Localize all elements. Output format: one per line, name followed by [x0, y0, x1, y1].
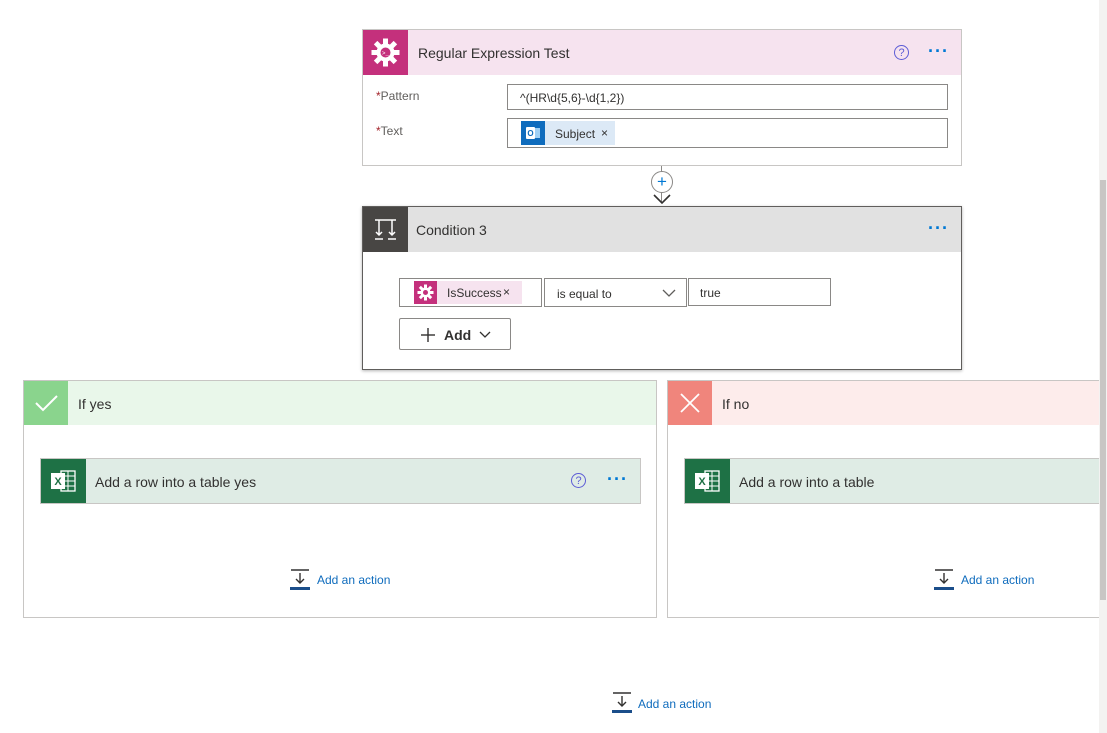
checkmark-icon — [24, 381, 68, 425]
insert-step-button[interactable]: + — [651, 171, 673, 193]
pattern-label: *Pattern — [376, 89, 420, 103]
svg-text:X: X — [54, 476, 62, 488]
condition-right-operand[interactable]: true — [688, 278, 831, 306]
text-label: *Text — [376, 124, 403, 138]
condition-title: Condition 3 — [416, 222, 487, 238]
svg-text:O: O — [527, 129, 533, 138]
gear-icon — [414, 281, 437, 304]
help-icon[interactable]: ? — [894, 45, 909, 60]
condition-left-operand[interactable]: IsSuccess × — [399, 278, 542, 307]
issuccess-token[interactable]: IsSuccess × — [414, 281, 522, 304]
excel-icon: X — [685, 459, 730, 503]
plus-icon — [421, 328, 435, 342]
if-no-header[interactable]: If no — [668, 381, 1107, 425]
add-action-button[interactable]: Add an action — [290, 569, 400, 593]
add-action-icon — [612, 692, 632, 713]
right-value: true — [700, 286, 721, 300]
add-condition-button[interactable]: Add — [399, 318, 511, 350]
if-no-title: If no — [722, 396, 750, 412]
more-options-icon[interactable]: ··· — [607, 470, 628, 488]
add-action-icon — [290, 569, 310, 590]
regex-card-title: Regular Expression Test — [418, 45, 570, 61]
add-action-label: Add an action — [961, 573, 1035, 587]
excel-action-yes[interactable]: X Add a row into a table yes ? ··· — [40, 458, 641, 504]
excel-icon: X — [41, 459, 86, 503]
plus-icon: + — [657, 172, 667, 191]
condition-header[interactable]: Condition 3 ··· — [363, 207, 961, 252]
pattern-value: ^(HR\d{5,6}-\d{1,2}) — [520, 91, 625, 105]
action-title: Add a row into a table — [739, 474, 875, 490]
add-label: Add — [444, 327, 472, 343]
remove-token-icon[interactable]: × — [601, 126, 608, 140]
chevron-down-icon — [479, 331, 491, 338]
if-yes-branch: If yes X Add a row into a table yes ? ··… — [23, 380, 657, 618]
operator-label: is equal to — [557, 287, 612, 301]
add-action-label: Add an action — [638, 697, 712, 711]
add-action-icon — [934, 569, 954, 590]
add-action-button[interactable]: Add an action — [612, 692, 722, 716]
scrollbar-thumb[interactable] — [1100, 180, 1106, 600]
subject-token-label: Subject — [555, 127, 596, 141]
add-action-label: Add an action — [317, 573, 391, 587]
remove-token-icon[interactable]: × — [503, 285, 510, 299]
if-yes-header[interactable]: If yes — [24, 381, 656, 425]
regex-action-card: >_ Regular Expression Test ? ··· *Patter… — [362, 29, 962, 166]
arrow-down-icon — [653, 194, 671, 205]
svg-text:>_: >_ — [382, 50, 390, 57]
excel-action-no[interactable]: X Add a row into a table — [684, 458, 1107, 504]
pattern-input[interactable]: ^(HR\d{5,6}-\d{1,2}) — [507, 84, 948, 110]
chevron-down-icon — [662, 289, 676, 297]
operator-dropdown[interactable]: is equal to — [544, 278, 687, 307]
outlook-icon: O — [521, 121, 545, 145]
if-no-branch: If no X Add a row into a table Add an ac… — [667, 380, 1107, 618]
text-input[interactable]: O Subject × — [507, 118, 948, 148]
regex-card-header[interactable]: >_ Regular Expression Test ? ··· — [363, 30, 961, 75]
action-title: Add a row into a table yes — [95, 474, 257, 490]
add-action-button[interactable]: Add an action — [934, 569, 1044, 593]
condition-card: Condition 3 ··· IsSuccess × is equal to … — [362, 206, 962, 370]
subject-token[interactable]: O Subject × — [521, 121, 615, 145]
more-options-icon[interactable]: ··· — [928, 42, 949, 60]
help-icon[interactable]: ? — [571, 473, 586, 488]
close-icon — [668, 381, 712, 425]
issuccess-label: IsSuccess — [447, 286, 502, 300]
more-options-icon[interactable]: ··· — [928, 219, 949, 237]
if-yes-title: If yes — [78, 396, 112, 412]
svg-text:X: X — [698, 476, 706, 488]
regex-gear-icon: >_ — [363, 30, 408, 75]
condition-icon — [363, 207, 408, 252]
